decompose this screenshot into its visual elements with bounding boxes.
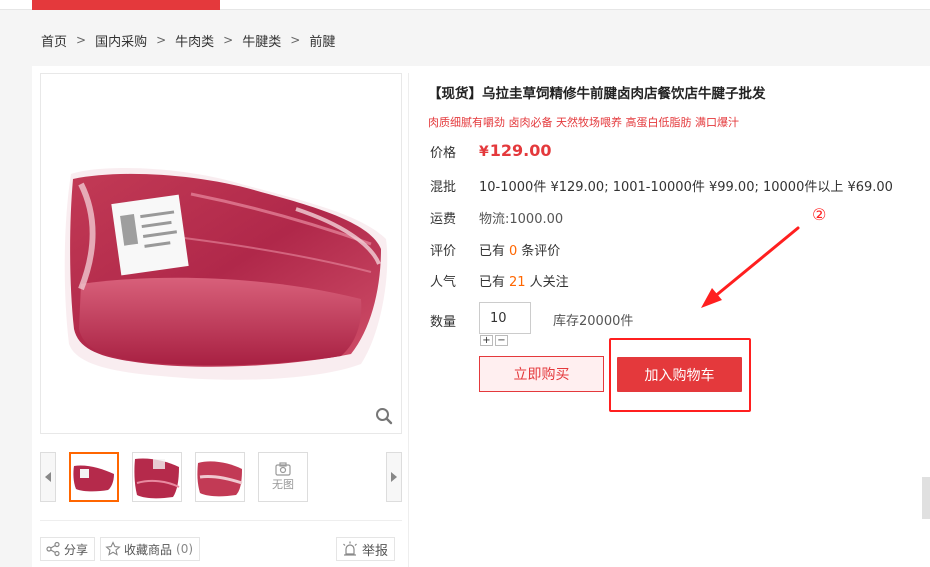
favorite-count: (0)	[176, 542, 194, 556]
zoom-icon[interactable]	[375, 407, 393, 425]
main-product-image[interactable]	[40, 73, 402, 434]
stock-info: 库存20000件	[553, 314, 634, 329]
no-image-label: 无图	[272, 478, 294, 491]
thumbnail-image	[197, 461, 243, 497]
page-scrollbar[interactable]	[922, 477, 930, 519]
price-value: ¥129.00	[479, 141, 552, 160]
popularity-count: 21	[509, 275, 526, 290]
shipping-label: 运费	[430, 212, 457, 227]
breadcrumb-beef[interactable]: 牛肉类	[175, 31, 214, 50]
reviews-label: 评价	[430, 244, 457, 259]
top-header-strip	[0, 0, 930, 10]
buy-now-button[interactable]: 立即购买	[479, 356, 604, 392]
thumbnail-no-image[interactable]: 无图	[258, 452, 308, 502]
quantity-input[interactable]	[479, 302, 531, 334]
popularity-prefix: 已有	[479, 275, 506, 290]
caret-right-icon	[391, 472, 397, 482]
currency-symbol: ¥	[479, 144, 489, 160]
quantity-label: 数量	[430, 315, 457, 330]
thumbnail-1[interactable]	[69, 452, 119, 502]
reviews-value: 已有 0 条评价	[479, 240, 560, 259]
reviews-suffix: 条评价	[521, 244, 561, 259]
thumbnail-next-button[interactable]	[386, 452, 402, 502]
price-amount: 129.00	[489, 141, 552, 160]
report-label: 举报	[362, 543, 389, 559]
breadcrumb-separator: >	[76, 33, 87, 47]
wholesale-tiers: 10-1000件 ¥129.00; 1001-10000件 ¥99.00; 10…	[479, 180, 893, 195]
breadcrumb: 首页 > 国内采购 > 牛肉类 > 牛腱类 > 前腱	[41, 30, 335, 50]
quantity-increase-button[interactable]: +	[480, 335, 493, 346]
popularity-value: 已有 21 人关注	[479, 271, 569, 290]
add-to-cart-button[interactable]: 加入购物车	[617, 357, 742, 392]
reviews-prefix: 已有	[479, 244, 506, 259]
thumbnail-image	[134, 458, 180, 499]
share-label: 分享	[64, 542, 89, 557]
report-button[interactable]: 举报	[336, 537, 396, 561]
column-divider	[408, 73, 409, 567]
favorite-button[interactable]: 收藏商品 (0)	[100, 537, 201, 561]
breadcrumb-home[interactable]: 首页	[41, 31, 67, 50]
nav-accent-bar	[32, 0, 220, 10]
thumbnail-image	[73, 465, 114, 492]
product-title: 【现货】乌拉圭草饲精修牛前腱卤肉店餐饮店牛腱子批发	[428, 86, 766, 102]
alert-lamp-icon	[343, 541, 357, 556]
beef-package-image	[64, 168, 388, 380]
thumbnail-3[interactable]	[195, 452, 245, 502]
popularity-label: 人气	[430, 275, 457, 290]
breadcrumb-separator: >	[223, 33, 234, 47]
share-icon	[46, 541, 60, 557]
breadcrumb-shank[interactable]: 牛腱类	[242, 31, 281, 50]
favorite-label: 收藏商品	[124, 542, 173, 557]
footer-divider	[40, 520, 402, 521]
picture-icon	[275, 462, 291, 476]
breadcrumb-front-shank[interactable]: 前腱	[309, 31, 335, 50]
reviews-count[interactable]: 0	[509, 244, 517, 259]
quantity-decrease-button[interactable]: −	[495, 335, 508, 346]
thumbnail-strip: 无图	[40, 452, 402, 502]
thumbnail-prev-button[interactable]	[40, 452, 56, 502]
popularity-suffix: 人关注	[529, 275, 569, 290]
annotation-step-number: ②	[812, 205, 827, 224]
breadcrumb-domestic[interactable]: 国内采购	[95, 31, 147, 50]
thumbnail-2[interactable]	[132, 452, 182, 502]
breadcrumb-separator: >	[290, 33, 301, 47]
star-icon	[105, 541, 121, 556]
price-label: 价格	[430, 146, 457, 161]
caret-left-icon	[45, 472, 51, 482]
breadcrumb-separator: >	[156, 33, 167, 47]
shipping-value: 物流:1000.00	[479, 212, 564, 227]
wholesale-label: 混批	[430, 180, 457, 195]
product-subtitle: 肉质细腻有嚼劲 卤肉必备 天然牧场喂养 高蛋白低脂肪 满口爆汁	[428, 116, 739, 129]
share-button[interactable]: 分享	[40, 537, 96, 561]
